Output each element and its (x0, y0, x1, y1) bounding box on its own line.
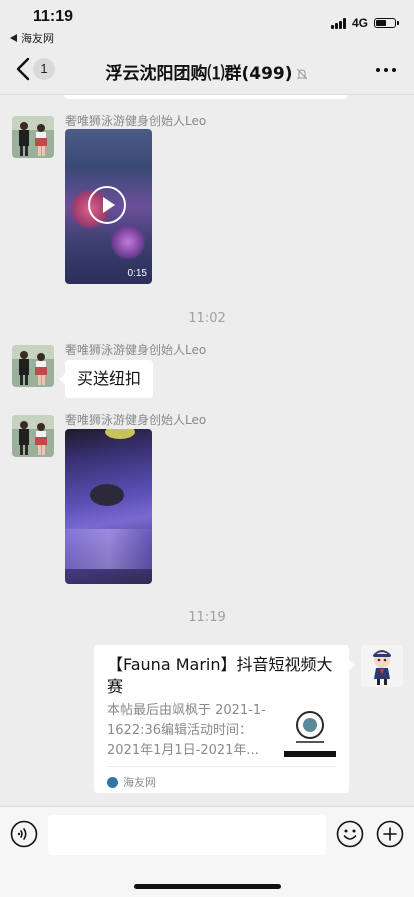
more-dots-icon[interactable] (376, 68, 396, 72)
chat-input-bar (0, 806, 414, 897)
avatar[interactable] (12, 345, 54, 387)
chat-nav-bar: 1 浮云沈阳团购⑴群(499) (0, 46, 414, 95)
home-indicator (134, 884, 281, 889)
link-card-thumbnail (284, 705, 336, 757)
signal-icon (330, 17, 346, 29)
link-card-description: 本帖最后由飒枫于 2021-1-1622:36编辑活动时间：2021年1月1日-… (107, 703, 266, 758)
back-triangle-icon (10, 34, 17, 42)
chat-title: 浮云沈阳团购⑴群(499) (0, 59, 414, 84)
play-icon[interactable] (88, 186, 126, 224)
voice-icon[interactable] (10, 820, 38, 848)
previous-message-bubble (63, 95, 349, 99)
video-duration: 0:15 (127, 268, 147, 279)
back-app-label: 海友网 (21, 32, 54, 45)
text-message-bubble[interactable]: 买送纽扣 (58, 360, 154, 398)
status-bar: 11:19 海友网 4G (0, 0, 414, 46)
link-card-source-label: 海友网 (123, 776, 156, 789)
bell-off-icon (296, 68, 307, 80)
chat-title-text: 浮云沈阳团购⑴群(499) (105, 64, 293, 84)
message-timestamp: 11:19 (188, 610, 226, 625)
avatar[interactable] (12, 415, 54, 457)
link-card-title: 【Fauna Marin】抖音短视频大赛 (107, 655, 333, 696)
battery-icon (374, 18, 399, 28)
image-message[interactable] (65, 429, 152, 584)
emoji-icon[interactable] (336, 820, 364, 848)
link-card-message[interactable]: 【Fauna Marin】抖音短视频大赛 本帖最后由飒枫于 2021-1-162… (94, 645, 355, 793)
chat-message-list[interactable]: 奢唯狮泳游健身创始人Leo 0:15 11:02 奢唯狮泳游健身创始人Leo 买… (0, 95, 414, 807)
sender-name: 奢唯狮泳游健身创始人Leo (65, 114, 207, 128)
link-card-source: 海友网 (107, 774, 156, 790)
network-label: 4G (351, 16, 368, 30)
my-avatar[interactable] (361, 645, 403, 687)
source-logo-icon (107, 776, 118, 788)
back-to-app-link[interactable]: 海友网 (10, 30, 54, 46)
sender-name: 奢唯狮泳游健身创始人Leo (65, 413, 207, 427)
status-time: 11:19 (33, 8, 74, 25)
message-timestamp: 11:02 (188, 311, 226, 326)
video-message[interactable]: 0:15 (65, 129, 152, 284)
battery-level (376, 20, 386, 26)
sender-name: 奢唯狮泳游健身创始人Leo (65, 343, 207, 357)
avatar[interactable] (12, 116, 54, 158)
message-input[interactable] (48, 815, 326, 855)
plus-icon[interactable] (376, 820, 404, 848)
